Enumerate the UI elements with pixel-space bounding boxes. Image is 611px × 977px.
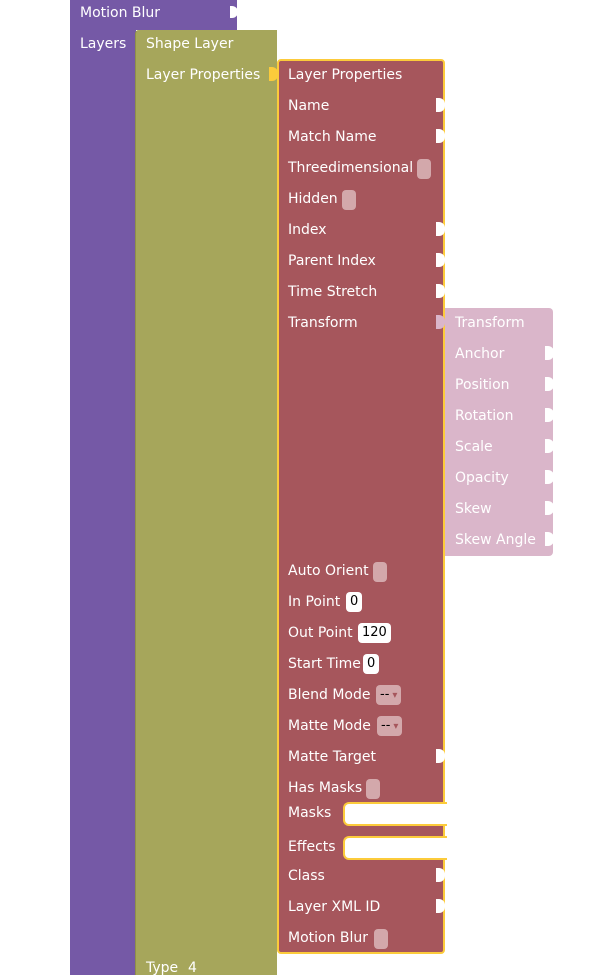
- shape-layer-type-label: Type: [146, 960, 179, 976]
- shape-layer-block[interactable]: [135, 30, 277, 975]
- matte-mode-chevron-down-icon: ▾: [393, 721, 399, 732]
- shape-layer-properties-label: Layer Properties: [146, 67, 261, 83]
- hidden-checkbox[interactable]: [342, 190, 356, 210]
- has-masks-label: Has Masks: [288, 780, 363, 796]
- out-point-field[interactable]: 120: [358, 623, 391, 643]
- transform-title: Transform: [455, 315, 525, 331]
- threedimensional-checkbox[interactable]: [417, 159, 431, 179]
- rotation-label: Rotation: [455, 408, 514, 424]
- class-label: Class: [288, 868, 325, 884]
- blend-mode-chevron-down-icon: ▾: [392, 690, 398, 701]
- skew-angle-label: Skew Angle: [455, 532, 536, 548]
- matte-target-label: Matte Target: [288, 749, 377, 765]
- motion-blur-property-label: Motion Blur: [288, 930, 369, 946]
- layer-xml-id-label: Layer XML ID: [288, 899, 381, 915]
- start-time-label: Start Time: [288, 656, 361, 672]
- matte-mode-dropdown[interactable]: -- ▾: [377, 716, 403, 736]
- blend-mode-label: Blend Mode: [288, 687, 371, 703]
- match-name-label: Match Name: [288, 129, 377, 145]
- purple-block-stem[interactable]: [70, 29, 136, 975]
- hidden-label: Hidden: [288, 191, 338, 207]
- shape-layer-type-value: 4: [188, 960, 197, 976]
- anchor-label: Anchor: [455, 346, 505, 362]
- effects-statement-slot[interactable]: [343, 836, 447, 860]
- auto-orient-checkbox[interactable]: [373, 562, 387, 582]
- index-label: Index: [288, 222, 327, 238]
- auto-orient-label: Auto Orient: [288, 563, 369, 579]
- shape-layer-title: Shape Layer: [146, 36, 234, 52]
- start-time-field[interactable]: 0: [363, 654, 380, 674]
- blend-mode-value: --: [380, 687, 390, 702]
- masks-statement-slot[interactable]: [343, 802, 447, 826]
- position-label: Position: [455, 377, 510, 393]
- effects-label: Effects: [288, 839, 336, 855]
- time-stretch-label: Time Stretch: [288, 284, 378, 300]
- in-point-label: In Point: [288, 594, 341, 610]
- masks-label: Masks: [288, 805, 332, 821]
- opacity-label: Opacity: [455, 470, 509, 486]
- threedimensional-label: Threedimensional: [288, 160, 414, 176]
- matte-mode-label: Matte Mode: [288, 718, 371, 734]
- matte-mode-value: --: [381, 718, 391, 733]
- transform-label: Transform: [288, 315, 358, 331]
- layers-label: Layers: [80, 36, 127, 52]
- layer-properties-title: Layer Properties: [288, 67, 403, 83]
- motion-blur-checkbox[interactable]: [374, 929, 388, 949]
- name-label: Name: [288, 98, 330, 114]
- skew-label: Skew: [455, 501, 492, 517]
- blend-mode-dropdown[interactable]: -- ▾: [376, 685, 402, 705]
- scale-label: Scale: [455, 439, 493, 455]
- motion-blur-label: Motion Blur: [80, 5, 161, 21]
- parent-index-label: Parent Index: [288, 253, 376, 269]
- in-point-field[interactable]: 0: [346, 592, 363, 612]
- has-masks-checkbox[interactable]: [366, 779, 380, 799]
- out-point-label: Out Point: [288, 625, 353, 641]
